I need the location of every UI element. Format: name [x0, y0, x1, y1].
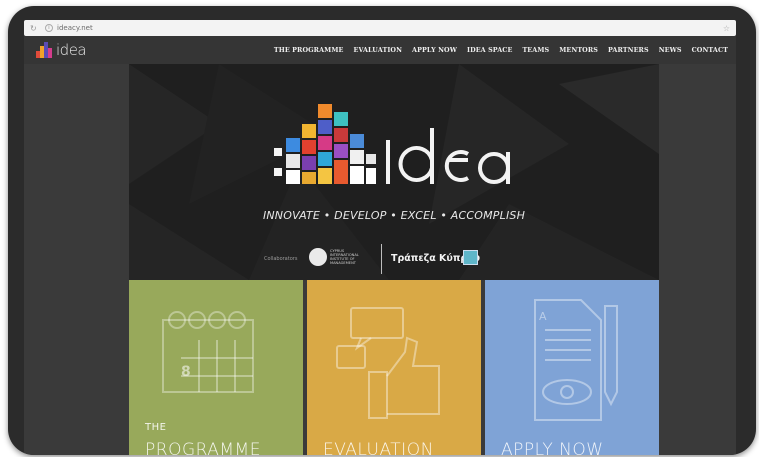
bank-of-cyprus-icon [463, 250, 478, 265]
brand-name: idea [56, 41, 87, 59]
feature-tiles: 8 THE PROGRAMME EVALUATION A APPLY NOW [129, 280, 659, 455]
nav-idea-space[interactable]: IDEA SPACE [467, 46, 512, 54]
hero-tagline: INNOVATE • DEVELOP • EXCEL • ACCOMPLISH [262, 209, 526, 222]
hero-banner: INNOVATE • DEVELOP • EXCEL • ACCOMPLISH … [129, 64, 659, 280]
ciim-logo[interactable]: CYPRUS INTERNATIONAL INSTITUTE OF MANAGE… [309, 248, 366, 266]
collab-divider [381, 244, 382, 274]
brand-logo[interactable]: idea [36, 41, 87, 59]
ciim-emblem-icon [309, 248, 327, 266]
tile-title-programme: PROGRAMME [145, 440, 261, 456]
thumbs-up-chat-icon [336, 307, 440, 419]
idea-logo [274, 104, 510, 184]
tile-title-evaluation: EVALUATION [323, 440, 434, 456]
url-text[interactable]: ideacy.net [57, 24, 93, 32]
brand-building-icon [36, 42, 54, 58]
svg-text:8: 8 [181, 364, 191, 380]
collaborators-strip: Collaborators CYPRUS INTERNATIONAL INSTI… [129, 244, 659, 274]
nav-teams[interactable]: TEAMS [522, 46, 549, 54]
nav-evaluation[interactable]: EVALUATION [353, 46, 402, 54]
tile-evaluation[interactable]: EVALUATION [307, 280, 481, 455]
tile-title-apply-now: APPLY NOW [501, 440, 604, 456]
reload-icon[interactable]: ↻ [30, 24, 39, 33]
tile-apply-now[interactable]: A APPLY NOW [485, 280, 659, 455]
collaborators-label: Collaborators [264, 256, 298, 262]
tile-pre-the: THE [145, 422, 167, 433]
ciim-text: CYPRUS INTERNATIONAL INSTITUTE OF MANAGE… [330, 249, 359, 265]
idea-wordmark [386, 128, 510, 184]
svg-text:A: A [539, 310, 547, 323]
document-eye-pencil-icon: A [534, 299, 618, 421]
nav-partners[interactable]: PARTNERS [608, 46, 649, 54]
nav-news[interactable]: NEWS [659, 46, 682, 54]
site-info-icon[interactable]: i [45, 24, 53, 32]
nav-apply-now[interactable]: APPLY NOW [412, 46, 457, 54]
nav-contact[interactable]: CONTACT [692, 46, 728, 54]
tile-the-programme[interactable]: 8 THE PROGRAMME [129, 280, 303, 455]
nav-mentors[interactable]: MENTORS [559, 46, 598, 54]
website: idea THE PROGRAMME EVALUATION APPLY NOW … [24, 36, 736, 455]
nav-the-programme[interactable]: THE PROGRAMME [274, 46, 344, 54]
main-nav: THE PROGRAMME EVALUATION APPLY NOW IDEA … [264, 46, 728, 54]
device-frame: ↻ i ideacy.net ☆ idea THE PROGRAMME EVAL… [8, 6, 756, 455]
building-blocks-icon [274, 104, 376, 184]
site-navbar: idea THE PROGRAMME EVALUATION APPLY NOW … [24, 36, 736, 64]
bookmark-star-icon[interactable]: ☆ [723, 24, 730, 33]
address-bar[interactable]: ↻ i ideacy.net ☆ [24, 20, 736, 36]
